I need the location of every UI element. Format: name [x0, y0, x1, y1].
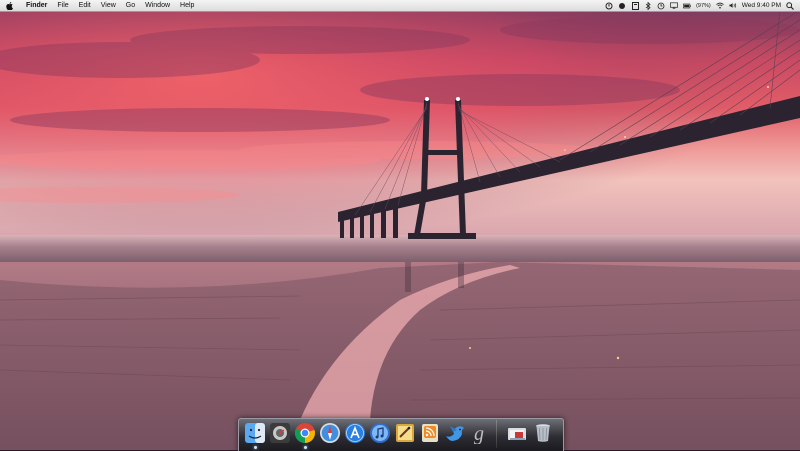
display-icon[interactable] — [670, 2, 678, 10]
app-store-icon[interactable] — [344, 422, 366, 444]
scripteditor-icon[interactable] — [394, 422, 416, 444]
trash-icon[interactable] — [532, 421, 554, 443]
record-icon[interactable] — [618, 2, 626, 10]
menu-view[interactable]: View — [96, 0, 121, 11]
twitter-bird-icon[interactable] — [444, 422, 466, 444]
spotlight-helper-icon[interactable] — [605, 2, 613, 10]
documents-folder-icon[interactable] — [506, 422, 528, 444]
menu-file[interactable]: File — [52, 0, 73, 11]
dashboard-icon[interactable] — [269, 422, 291, 444]
app-menu-finder[interactable]: Finder — [21, 0, 52, 11]
running-indicator — [254, 446, 257, 449]
safari-icon[interactable] — [319, 422, 341, 444]
menu-go[interactable]: Go — [121, 0, 140, 11]
volume-icon[interactable] — [729, 2, 737, 10]
menu-bar: Finder File Edit View Go Window Help (97… — [0, 0, 800, 12]
menu-window[interactable]: Window — [140, 0, 175, 11]
menu-edit[interactable]: Edit — [74, 0, 96, 11]
menu-help[interactable]: Help — [175, 0, 199, 11]
time-machine-icon[interactable] — [657, 2, 665, 10]
apple-menu-icon[interactable] — [6, 1, 14, 11]
menubar-clock[interactable]: Wed 9:40 PM — [742, 2, 781, 9]
battery-icon[interactable] — [683, 2, 691, 10]
bluetooth-icon[interactable] — [644, 1, 652, 10]
itunes-icon[interactable] — [369, 422, 391, 444]
finder-icon[interactable] — [244, 422, 266, 444]
chrome-icon[interactable] — [294, 422, 316, 444]
rss-reader-icon[interactable] — [419, 422, 441, 444]
notification-icon[interactable] — [631, 1, 639, 10]
svg-text:g: g — [474, 423, 484, 444]
search-icon[interactable] — [786, 1, 794, 10]
g-app-icon[interactable]: g — [469, 422, 491, 444]
wifi-icon[interactable] — [715, 2, 724, 10]
running-indicator — [304, 446, 307, 449]
dock-separator — [496, 420, 497, 448]
desktop-wallpaper — [0, 0, 800, 450]
battery-percent: (97%) — [696, 2, 711, 9]
menu-extras: (97%) Wed 9:40 PM — [605, 1, 800, 10]
